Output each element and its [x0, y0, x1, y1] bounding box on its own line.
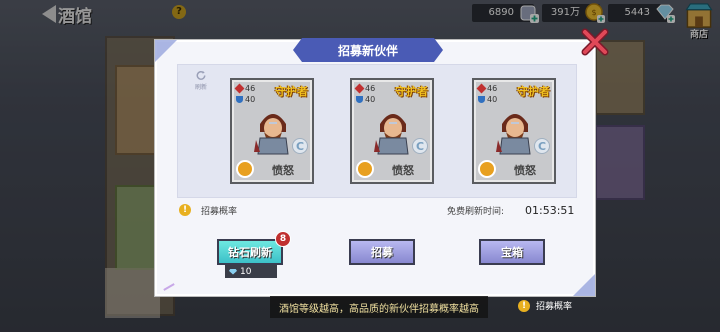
corner-decoration [155, 40, 177, 62]
diamond-refresh-label: 钻石刷新 [228, 246, 272, 259]
recruit-button[interactable]: 招募 [349, 239, 415, 265]
class-badge-icon: C [292, 138, 308, 154]
info-icon: ! [179, 204, 191, 216]
hero-portrait-icon [254, 114, 289, 155]
dialog-title: 招募新伙伴 [293, 38, 443, 62]
refresh-cost: 10 [225, 265, 277, 278]
attack-value: 46 [365, 84, 376, 93]
attack-icon [476, 83, 487, 94]
recruit-dialog: 招募新伙伴 刷新 46 40 守护者 C 愤怒 46 40 守护者 C 愤怒 4… [155, 28, 609, 296]
attack-icon [354, 83, 365, 94]
recruit-probability-row[interactable]: ! 招募概率 免费刷新时间: 01:53:51 [179, 202, 579, 218]
info-icon: ! [518, 299, 530, 312]
tip-banner: 酒馆等级越高，高品质的新伙伴招募概率越高 [270, 296, 488, 318]
defense-icon [236, 96, 243, 103]
recruit-label: 招募 [371, 246, 393, 259]
hero-role: 守护者 [517, 85, 550, 98]
footer-probability-label: 招募概率 [536, 302, 573, 312]
cost-value: 10 [240, 266, 252, 277]
footer-probability[interactable]: ! 招募概率 [518, 299, 572, 312]
refresh-label: 刷新 [194, 84, 207, 91]
corner-decoration [573, 274, 595, 296]
defense-icon [356, 96, 363, 103]
diamond-refresh-button[interactable]: 钻石刷新 8 [217, 231, 291, 265]
hero-role: 守护者 [395, 85, 428, 98]
skill-icon [356, 160, 374, 178]
corner-decoration [163, 283, 175, 291]
hero-card[interactable]: 46 40 守护者 C 愤怒 [230, 78, 314, 184]
defense-icon [478, 96, 485, 103]
hero-selection-panel: 刷新 46 40 守护者 C 愤怒 46 40 守护者 C 愤怒 46 40 守… [177, 64, 577, 198]
skill-name: 愤怒 [392, 164, 414, 177]
free-refresh-label: 免费刷新时间: [447, 206, 505, 217]
skill-icon [478, 160, 496, 178]
refresh-indicator: 刷新 [186, 69, 216, 91]
probability-label: 招募概率 [201, 206, 238, 217]
attack-icon [234, 83, 245, 94]
refresh-timer: 01:53:51 [525, 203, 575, 217]
skill-name: 愤怒 [514, 164, 536, 177]
chest-label: 宝箱 [501, 246, 523, 259]
notification-badge: 8 [275, 231, 291, 247]
refresh-icon [196, 70, 206, 80]
hero-portrait-icon [374, 114, 409, 155]
attack-value: 46 [487, 84, 498, 93]
hero-portrait-icon [496, 114, 531, 155]
class-badge-icon: C [412, 138, 428, 154]
hero-card[interactable]: 46 40 守护者 C 愤怒 [350, 78, 434, 184]
hero-card[interactable]: 46 40 守护者 C 愤怒 [472, 78, 556, 184]
attack-value: 46 [245, 84, 256, 93]
diamond-icon [229, 268, 237, 275]
class-badge-icon: C [534, 138, 550, 154]
hero-role: 守护者 [275, 85, 308, 98]
chest-button[interactable]: 宝箱 [479, 239, 545, 265]
close-icon[interactable] [581, 28, 609, 56]
skill-name: 愤怒 [272, 164, 294, 177]
skill-icon [236, 160, 254, 178]
